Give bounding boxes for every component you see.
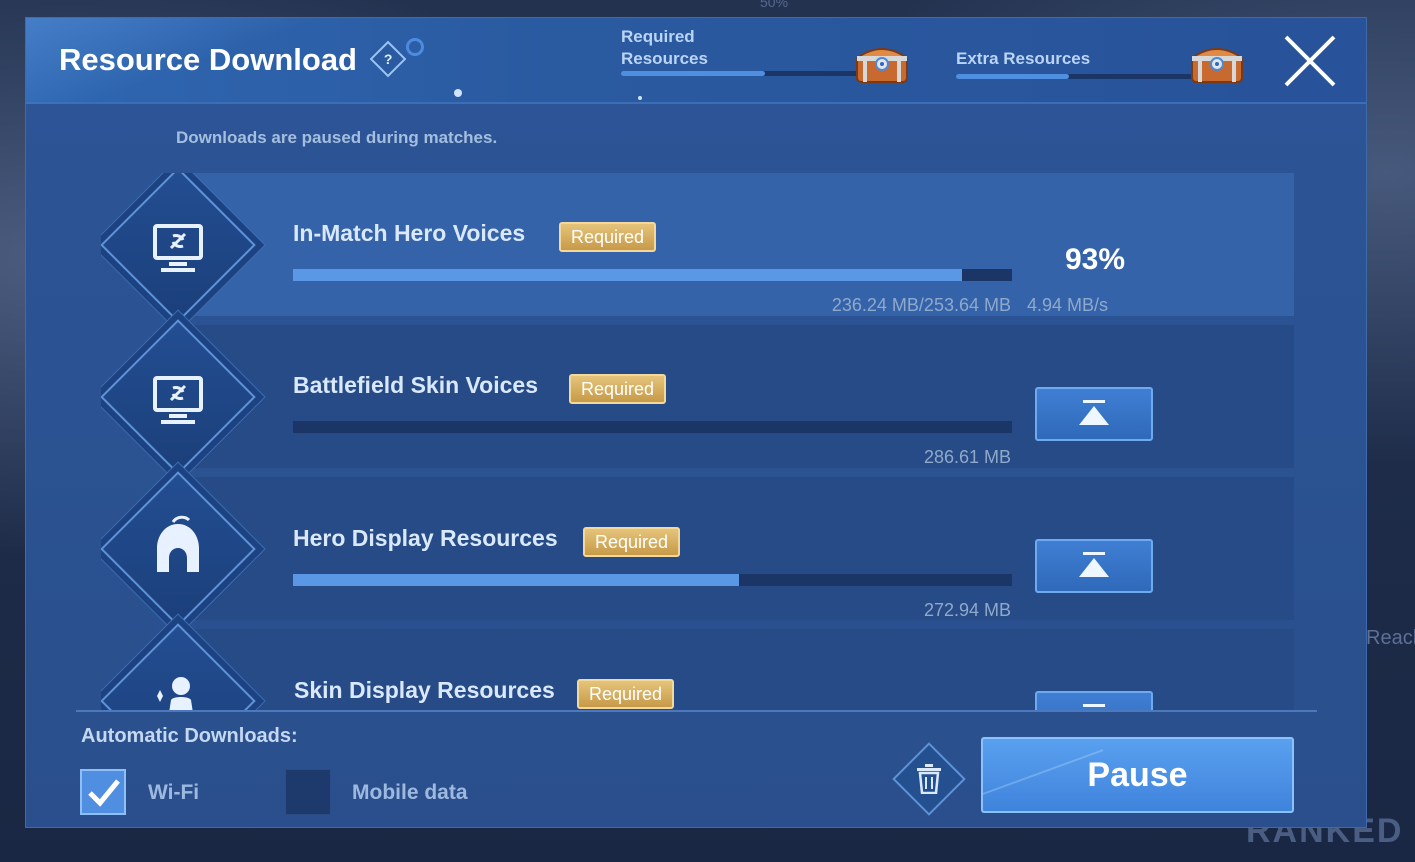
- item-progress-fill: [293, 574, 739, 586]
- background-right-text: Reach: [1366, 627, 1415, 649]
- extra-resources-track: [956, 74, 1196, 79]
- wifi-label: Wi-Fi: [148, 781, 200, 804]
- required-resources-progress: Required Resources: [621, 26, 921, 96]
- wifi-checkbox[interactable]: [80, 769, 126, 815]
- background-top-label: 50%: [760, 0, 789, 10]
- item-size: 272.94 MB: [923, 600, 1011, 620]
- item-name: Skin Display Resources: [294, 677, 555, 703]
- pause-notice: Downloads are paused during matches.: [176, 128, 498, 147]
- decorative-dot: [454, 89, 462, 97]
- item-progress-fill: [293, 269, 962, 281]
- download-list: In-Match Hero Voices Required 93% 236.24…: [101, 173, 1294, 711]
- item-percent: 93%: [1065, 243, 1126, 276]
- treasure-chest-icon[interactable]: [853, 40, 911, 86]
- item-name: In-Match Hero Voices: [293, 220, 526, 246]
- required-badge: Required: [559, 222, 657, 252]
- item-size: 236.24 MB/253.64 MB: [831, 295, 1011, 315]
- close-icon[interactable]: [1282, 33, 1338, 89]
- checkmark-icon: [88, 779, 120, 807]
- pause-button[interactable]: Pause: [981, 737, 1294, 813]
- button-decoration: [983, 749, 1103, 811]
- decorative-dot: [638, 96, 642, 100]
- extra-resources-fill: [956, 74, 1069, 79]
- delete-button[interactable]: [892, 742, 966, 816]
- automatic-downloads-label: Automatic Downloads:: [81, 725, 298, 747]
- download-arrow-icon: [1079, 400, 1109, 425]
- trash-icon: [917, 764, 941, 794]
- helmet-icon: [157, 515, 199, 572]
- figure-icon: [157, 677, 195, 711]
- item-progress-track: [293, 421, 1012, 433]
- required-resources-track: [621, 71, 861, 76]
- resource-download-dialog: Resource Download ? Required Resources E…: [25, 17, 1367, 828]
- mobile-data-label: Mobile data: [352, 781, 468, 804]
- item-name: Battlefield Skin Voices: [293, 372, 538, 398]
- footer-divider: [76, 710, 1317, 712]
- treasure-chest-icon[interactable]: [1188, 40, 1246, 86]
- monitor-icon: [153, 224, 203, 272]
- download-button[interactable]: [1035, 691, 1153, 711]
- mobile-data-checkbox[interactable]: [285, 769, 331, 815]
- download-button[interactable]: [1035, 387, 1153, 441]
- item-speed: 4.94 MB/s: [1027, 295, 1109, 315]
- monitor-icon: [153, 376, 203, 424]
- required-badge: Required: [569, 374, 667, 404]
- extra-resources-progress: Extra Resources: [956, 26, 1256, 96]
- item-name: Hero Display Resources: [293, 525, 558, 551]
- decorative-ring: [406, 38, 424, 56]
- dialog-title: Resource Download: [59, 42, 357, 77]
- required-resources-fill: [621, 71, 765, 76]
- item-progress-track: [293, 269, 1012, 281]
- download-arrow-icon: [1079, 552, 1109, 577]
- required-resources-label: Required Resources: [621, 27, 708, 68]
- item-progress-track: [293, 574, 1012, 586]
- extra-resources-label: Extra Resources: [956, 49, 1091, 68]
- download-button[interactable]: [1035, 539, 1153, 593]
- item-size: 286.61 MB: [923, 447, 1011, 467]
- required-badge: Required: [583, 527, 681, 557]
- required-badge: Required: [577, 679, 675, 709]
- dialog-header: Resource Download ? Required Resources E…: [26, 18, 1366, 104]
